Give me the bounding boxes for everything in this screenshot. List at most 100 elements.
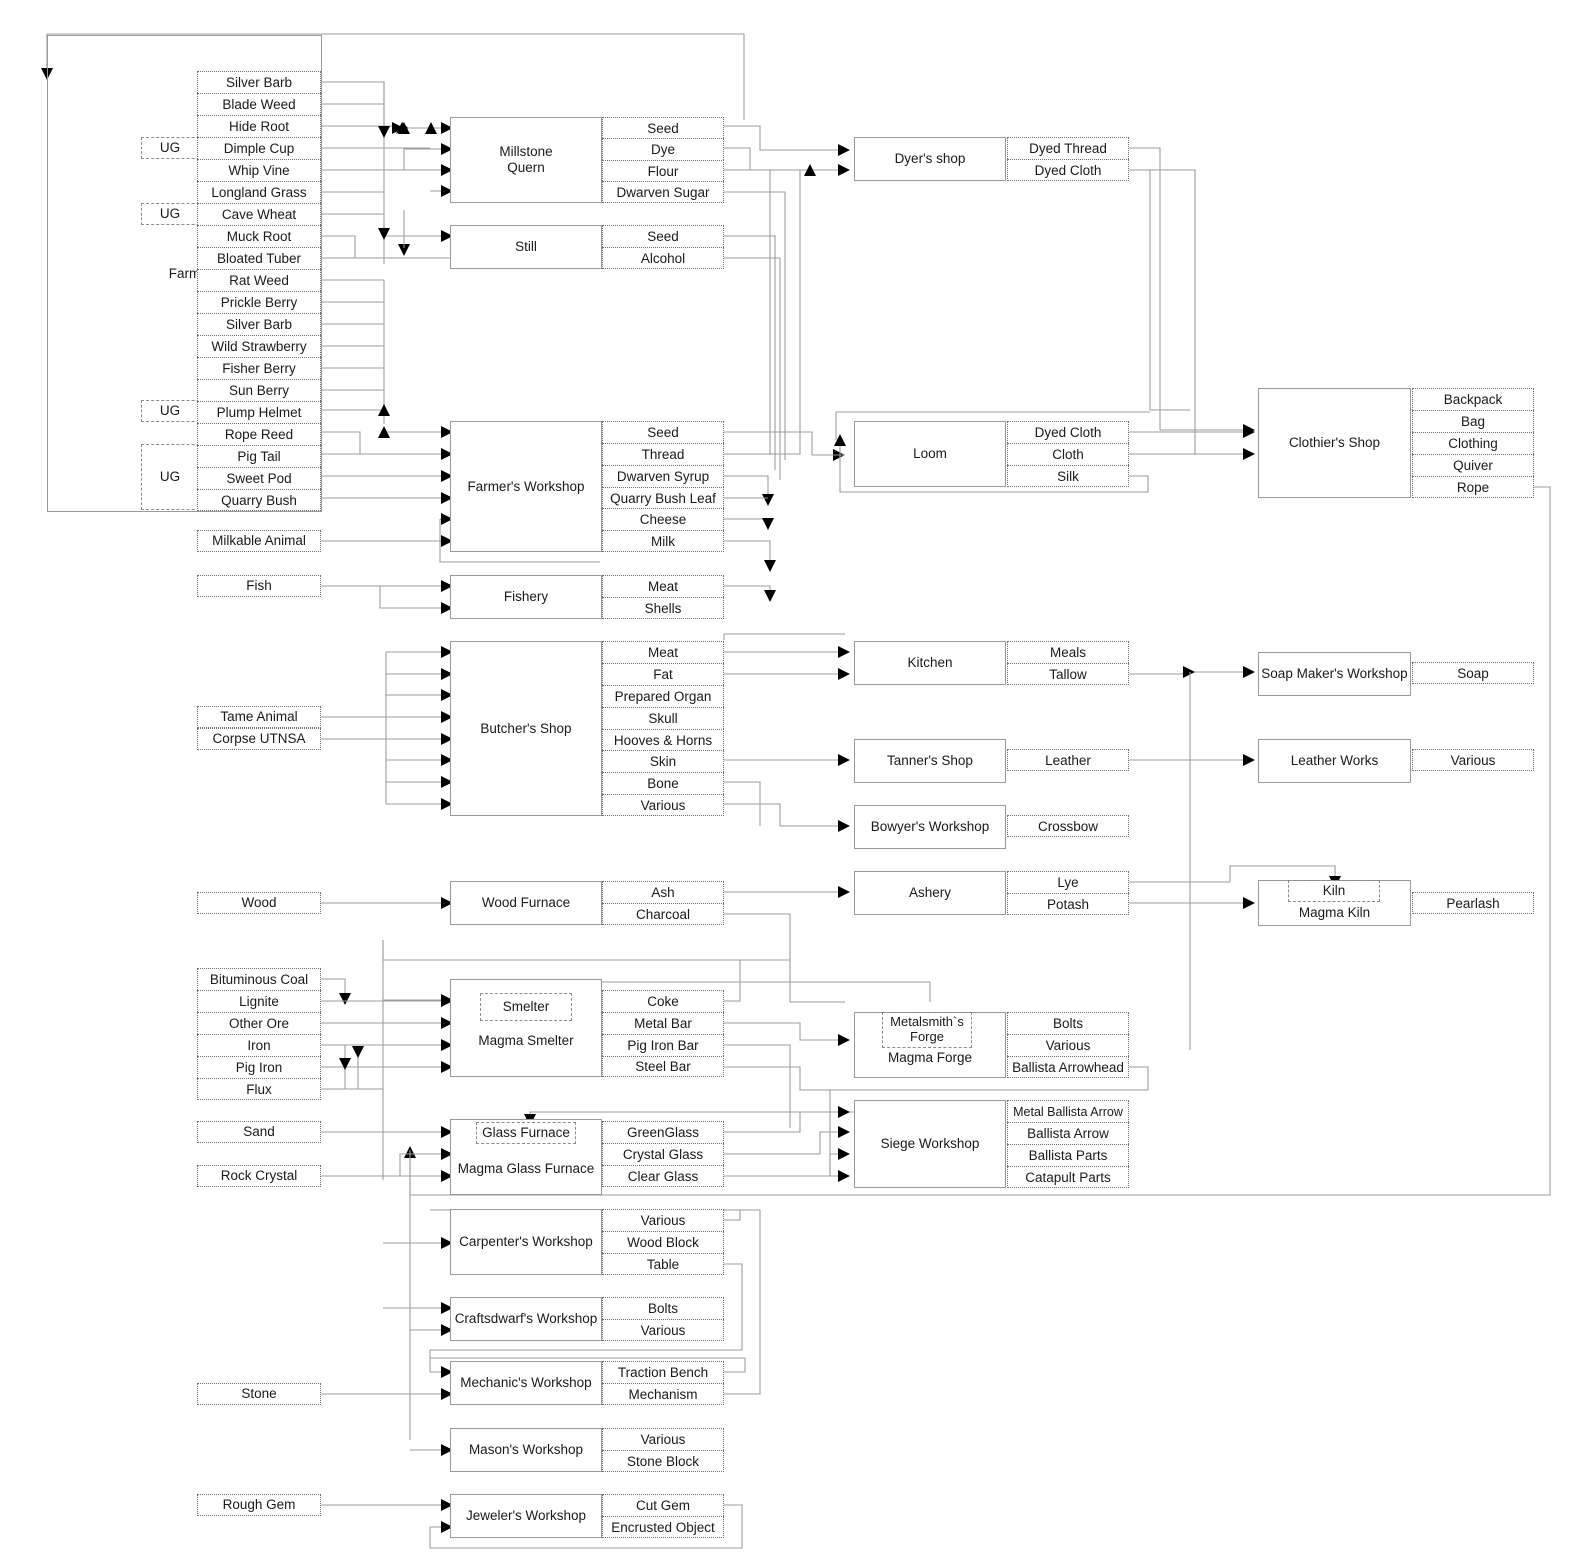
list-item[interactable]: Sweet Pod: [197, 467, 321, 489]
list-item[interactable]: Dimple Cup: [197, 137, 321, 159]
workshop-ashery[interactable]: Ashery: [854, 871, 1006, 915]
list-item[interactable]: Silver Barb: [197, 313, 321, 335]
output-item[interactable]: Various: [602, 1209, 724, 1231]
workshop-jewelers[interactable]: Jeweler's Workshop: [450, 1494, 602, 1538]
output-item[interactable]: Various: [602, 1319, 724, 1341]
workshop-tanners-shop[interactable]: Tanner's Shop: [854, 739, 1006, 783]
workshop-metalsmiths-forge-inner[interactable]: Metalsmith`s Forge: [882, 1012, 972, 1048]
workshop-smelter-inner[interactable]: Smelter: [480, 993, 572, 1021]
output-item[interactable]: Charcoal: [602, 903, 724, 925]
output-item[interactable]: Potash: [1007, 893, 1129, 915]
output-item[interactable]: Flour: [602, 160, 724, 181]
output-item[interactable]: Seed: [602, 225, 724, 247]
output-item[interactable]: Catapult Parts: [1007, 1166, 1129, 1188]
output-item[interactable]: Coke: [602, 990, 724, 1012]
input-stone[interactable]: Stone: [197, 1383, 321, 1405]
output-item[interactable]: Rope: [1412, 476, 1534, 498]
output-item[interactable]: Seed: [602, 421, 724, 443]
output-item[interactable]: Various: [602, 794, 724, 816]
output-item[interactable]: Encrusted Object: [602, 1516, 724, 1538]
output-item[interactable]: Ash: [602, 881, 724, 903]
output-item[interactable]: Table: [602, 1253, 724, 1275]
output-item[interactable]: Prepared Organ: [602, 685, 724, 707]
input-rough-gem[interactable]: Rough Gem: [197, 1494, 321, 1516]
output-item[interactable]: Stone Block: [602, 1450, 724, 1472]
output-item[interactable]: Clear Glass: [602, 1165, 724, 1187]
list-item[interactable]: Quarry Bush: [197, 489, 321, 511]
output-item[interactable]: Bolts: [602, 1297, 724, 1319]
list-item[interactable]: Cave Wheat: [197, 203, 321, 225]
workshop-mechanics[interactable]: Mechanic's Workshop: [450, 1361, 602, 1405]
output-item[interactable]: Dyed Thread: [1007, 137, 1129, 159]
input-wood[interactable]: Wood: [197, 892, 321, 914]
output-item[interactable]: Seed: [602, 117, 724, 138]
output-item[interactable]: Various: [1007, 1034, 1129, 1056]
input-pig-iron[interactable]: Pig Iron: [197, 1056, 321, 1078]
list-item[interactable]: Fisher Berry: [197, 357, 321, 379]
list-item[interactable]: Blade Weed: [197, 93, 321, 115]
list-item[interactable]: Plump Helmet: [197, 401, 321, 423]
output-item[interactable]: Leather: [1007, 749, 1129, 771]
workshop-clothiers-shop[interactable]: Clothier's Shop: [1258, 388, 1411, 498]
input-corpse-utnsa[interactable]: Corpse UTNSA: [197, 728, 321, 750]
output-item[interactable]: Steel Bar: [602, 1056, 724, 1077]
workshop-dyers-shop[interactable]: Dyer's shop: [854, 137, 1006, 181]
workshop-leather-works[interactable]: Leather Works: [1258, 739, 1411, 783]
output-item[interactable]: Cloth: [1007, 443, 1129, 465]
workshop-bowyers[interactable]: Bowyer's Workshop: [854, 805, 1006, 849]
input-iron[interactable]: Iron: [197, 1034, 321, 1056]
output-item[interactable]: Crystal Glass: [602, 1143, 724, 1165]
workshop-glass-furnace-inner[interactable]: Glass Furnace: [476, 1122, 576, 1144]
output-item[interactable]: Bag: [1412, 410, 1534, 432]
input-flux[interactable]: Flux: [197, 1078, 321, 1100]
workshop-craftsdwarfs[interactable]: Craftsdwarf's Workshop: [450, 1297, 602, 1341]
input-tame-animal[interactable]: Tame Animal: [197, 706, 321, 728]
output-item[interactable]: Dyed Cloth: [1007, 421, 1129, 443]
output-item[interactable]: Various: [1412, 749, 1534, 771]
output-item[interactable]: Ballista Arrow: [1007, 1122, 1129, 1144]
list-item[interactable]: Prickle Berry: [197, 291, 321, 313]
output-item[interactable]: Meat: [602, 641, 724, 663]
output-item[interactable]: Tallow: [1007, 663, 1129, 685]
output-item[interactable]: Cheese: [602, 508, 724, 530]
output-item[interactable]: Pearlash: [1412, 892, 1534, 914]
output-item[interactable]: Dwarven Sugar: [602, 181, 724, 203]
output-item[interactable]: Ballista Arrowhead: [1007, 1056, 1129, 1078]
input-rock-crystal[interactable]: Rock Crystal: [197, 1165, 321, 1187]
output-item[interactable]: Metal Bar: [602, 1012, 724, 1034]
output-item[interactable]: Meat: [602, 575, 724, 597]
output-item[interactable]: Backpack: [1412, 388, 1534, 410]
workshop-soap-maker[interactable]: Soap Maker's Workshop: [1258, 652, 1411, 696]
output-item[interactable]: Fat: [602, 663, 724, 685]
output-item[interactable]: Silk: [1007, 465, 1129, 487]
output-item[interactable]: Bone: [602, 772, 724, 794]
workshop-kitchen[interactable]: Kitchen: [854, 641, 1006, 685]
list-item[interactable]: Silver Barb: [197, 71, 321, 93]
list-item[interactable]: Muck Root: [197, 225, 321, 247]
output-item[interactable]: Dyed Cloth: [1007, 159, 1129, 181]
output-item[interactable]: Ballista Parts: [1007, 1144, 1129, 1166]
output-item[interactable]: Dye: [602, 138, 724, 160]
output-item[interactable]: Skin: [602, 750, 724, 772]
output-item[interactable]: Dwarven Syrup: [602, 465, 724, 487]
input-bituminous-coal[interactable]: Bituminous Coal: [197, 968, 321, 990]
output-item[interactable]: Hooves & Horns: [602, 729, 724, 750]
output-item[interactable]: Traction Bench: [602, 1361, 724, 1383]
workshop-siege[interactable]: Siege Workshop: [854, 1100, 1006, 1188]
list-item[interactable]: Wild Strawberry: [197, 335, 321, 357]
output-item[interactable]: Shells: [602, 597, 724, 619]
output-item[interactable]: Metal Ballista Arrow: [1007, 1100, 1129, 1122]
workshop-carpenters[interactable]: Carpenter's Workshop: [450, 1209, 602, 1275]
workshop-masons[interactable]: Mason's Workshop: [450, 1428, 602, 1472]
list-item[interactable]: Rat Weed: [197, 269, 321, 291]
output-item[interactable]: Pig Iron Bar: [602, 1034, 724, 1056]
output-item[interactable]: Quarry Bush Leaf: [602, 487, 724, 508]
output-item[interactable]: Thread: [602, 443, 724, 465]
input-lignite[interactable]: Lignite: [197, 990, 321, 1012]
workshop-still[interactable]: Still: [450, 225, 602, 269]
output-item[interactable]: Bolts: [1007, 1012, 1129, 1034]
output-item[interactable]: Mechanism: [602, 1383, 724, 1405]
output-item[interactable]: Skull: [602, 707, 724, 729]
workshop-butchers[interactable]: Butcher's Shop: [450, 641, 602, 816]
output-item[interactable]: Lye: [1007, 871, 1129, 893]
